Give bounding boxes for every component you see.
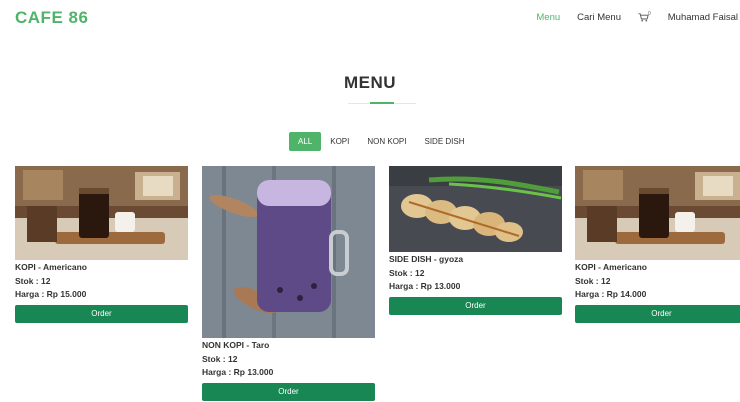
- title-accent-bar: [370, 102, 394, 104]
- category-filters: ALL KOPI NON KOPI SIDE DISH: [289, 132, 474, 151]
- product-title: NON KOPI - Taro: [202, 340, 270, 350]
- nav-cart[interactable]: 0: [638, 11, 651, 22]
- product-title: SIDE DISH - gyoza: [389, 254, 464, 264]
- product-card: KOPI - Americano Stok : 12 Harga : Rp 14…: [575, 166, 740, 323]
- order-button[interactable]: Order: [389, 296, 562, 315]
- order-button[interactable]: Order: [202, 382, 375, 401]
- order-button[interactable]: Order: [15, 304, 188, 323]
- nav-menu[interactable]: Menu: [536, 12, 560, 23]
- page: CAFE 86 Menu Cari Menu 0 Muhamad Faisal …: [0, 0, 740, 402]
- product-title: KOPI - Americano: [575, 262, 647, 272]
- product-info: SIDE DISH - gyoza Stok : 12 Harga : Rp 1…: [389, 253, 562, 294]
- product-info: NON KOPI - Taro Stok : 12 Harga : Rp 13.…: [202, 339, 375, 380]
- page-title: MENU: [343, 73, 397, 92]
- product-price: Harga : Rp 13.000: [202, 367, 274, 377]
- product-title: KOPI - Americano: [15, 262, 87, 272]
- product-card: NON KOPI - Taro Stok : 12 Harga : Rp 13.…: [202, 166, 375, 401]
- iced-coffee-image: [575, 166, 740, 260]
- iced-coffee-image: [15, 166, 188, 260]
- filter-kopi[interactable]: KOPI: [321, 132, 358, 151]
- product-price: Harga : Rp 15.000: [15, 289, 87, 299]
- gyoza-image: [389, 166, 562, 252]
- taro-drink-image: [202, 166, 375, 338]
- product-price: Harga : Rp 14.000: [575, 289, 647, 299]
- product-card: SIDE DISH - gyoza Stok : 12 Harga : Rp 1…: [389, 166, 562, 315]
- product-stock: Stok : 12: [202, 353, 238, 364]
- nav-search-menu[interactable]: Cari Menu: [577, 12, 621, 23]
- top-nav: Menu Cari Menu 0 Muhamad Faisal: [536, 11, 738, 23]
- product-stock: Stok : 12: [15, 275, 51, 286]
- product-price: Harga : Rp 13.000: [389, 281, 461, 291]
- product-stock: Stok : 12: [575, 275, 611, 286]
- filter-all[interactable]: ALL: [289, 132, 322, 151]
- filter-side-dish[interactable]: SIDE DISH: [415, 132, 473, 151]
- product-stock: Stok : 12: [389, 267, 425, 278]
- product-card: KOPI - Americano Stok : 12 Harga : Rp 15…: [15, 166, 188, 323]
- filter-non-kopi[interactable]: NON KOPI: [358, 132, 415, 151]
- brand-logo[interactable]: CAFE 86: [15, 8, 88, 28]
- product-info: KOPI - Americano Stok : 12 Harga : Rp 14…: [575, 261, 740, 302]
- order-button[interactable]: Order: [575, 304, 740, 323]
- nav-user[interactable]: Muhamad Faisal: [668, 12, 738, 23]
- cart-count: 0: [647, 11, 651, 17]
- product-info: KOPI - Americano Stok : 12 Harga : Rp 15…: [15, 261, 188, 302]
